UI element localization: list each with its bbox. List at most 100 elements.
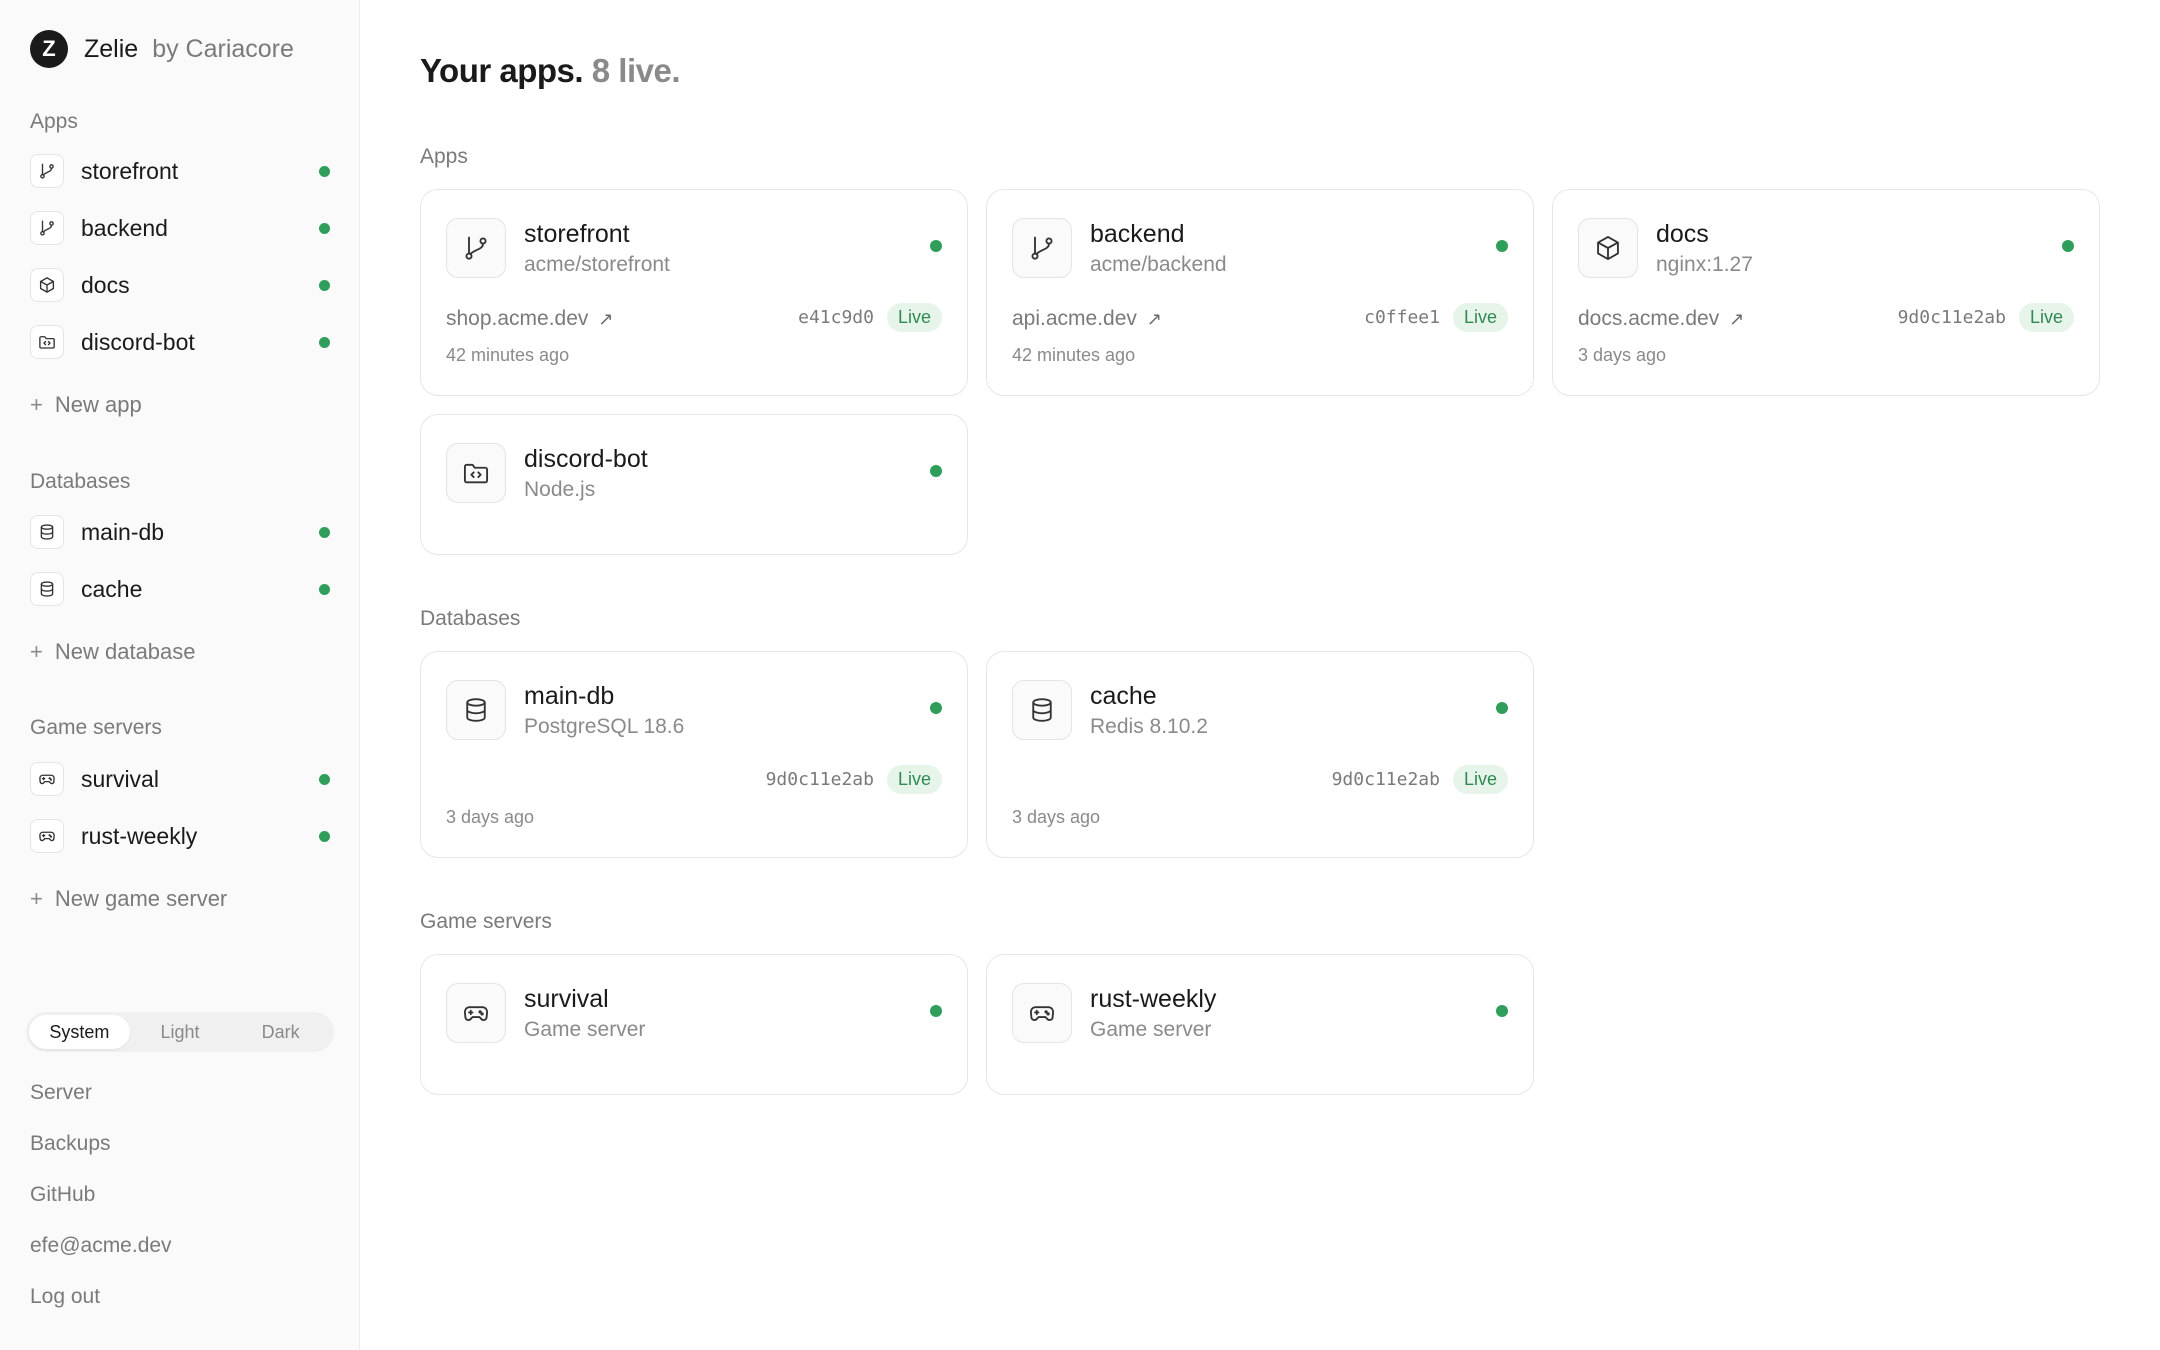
status-badge: Live bbox=[886, 303, 942, 332]
status-dot bbox=[1496, 702, 1508, 714]
status-dot bbox=[2062, 240, 2074, 252]
card-name: rust-weekly bbox=[1090, 985, 1217, 1013]
new-app-label: New app bbox=[54, 392, 142, 417]
page-title-text: Your apps. bbox=[420, 52, 584, 89]
domain-link[interactable]: api.acme.dev ↗ bbox=[1012, 307, 1162, 331]
card-name: cache bbox=[1090, 682, 1157, 710]
card-name: storefront bbox=[524, 220, 630, 248]
database-icon bbox=[1012, 680, 1072, 740]
card-engine: Redis 8.10.2 bbox=[1090, 715, 1208, 738]
card-type: Game server bbox=[1090, 1018, 1212, 1041]
game-server-card-rust-weekly[interactable]: rust-weekly Game server bbox=[986, 954, 1534, 1095]
domain-text: shop.acme.dev bbox=[446, 307, 589, 330]
sidebar-item-backend[interactable]: backend bbox=[30, 208, 330, 248]
status-badge: Live bbox=[1452, 765, 1508, 794]
card-image: nginx:1.27 bbox=[1656, 253, 1753, 276]
cube-icon bbox=[30, 268, 64, 302]
sidebar-item-label: backend bbox=[81, 214, 168, 241]
plus-icon: + bbox=[30, 886, 43, 911]
deploy-meta: e41c9d0 Live bbox=[798, 303, 942, 332]
status-badge: Live bbox=[2018, 303, 2074, 332]
status-dot bbox=[319, 337, 330, 348]
card-name: backend bbox=[1090, 220, 1185, 248]
sidebar-item-discord-bot[interactable]: discord-bot bbox=[30, 322, 330, 362]
app-card-storefront[interactable]: storefront acme/storefront shop.acme.dev… bbox=[420, 189, 968, 396]
status-dot bbox=[930, 240, 942, 252]
status-badge: Live bbox=[886, 765, 942, 794]
sidebar-item-docs[interactable]: docs bbox=[30, 265, 330, 305]
deploy-meta: 9d0c11e2ab Live bbox=[1332, 765, 1508, 794]
gamepad-icon bbox=[1012, 983, 1072, 1043]
brand[interactable]: Z Zelie by Cariacore bbox=[30, 30, 294, 68]
deploy-meta: 9d0c11e2ab Live bbox=[766, 765, 942, 794]
database-icon bbox=[30, 515, 64, 549]
github-link[interactable]: GitHub bbox=[30, 1183, 95, 1207]
commit-hash: c0ffee1 bbox=[1364, 307, 1440, 328]
commit-hash: 9d0c11e2ab bbox=[1897, 307, 2006, 328]
git-branch-icon bbox=[30, 211, 64, 245]
game-server-card-survival[interactable]: survival Game server bbox=[420, 954, 968, 1095]
sidebar-item-label: survival bbox=[81, 765, 159, 792]
deploy-time: 3 days ago bbox=[1578, 345, 1667, 365]
app-card-discord-bot[interactable]: discord-bot Node.js bbox=[420, 414, 968, 555]
domain-text: api.acme.dev bbox=[1012, 307, 1137, 330]
sidebar-item-cache[interactable]: cache bbox=[30, 569, 330, 609]
status-dot bbox=[930, 1005, 942, 1017]
git-branch-icon bbox=[30, 154, 64, 188]
card-type: Game server bbox=[524, 1018, 646, 1041]
account-email[interactable]: efe@acme.dev bbox=[30, 1234, 172, 1258]
gamepad-icon bbox=[446, 983, 506, 1043]
new-game-server-button[interactable]: + New game server bbox=[30, 886, 227, 912]
backups-link[interactable]: Backups bbox=[30, 1132, 111, 1156]
new-app-button[interactable]: + New app bbox=[30, 392, 142, 418]
deploy-time: 3 days ago bbox=[446, 807, 535, 827]
deploy-time: 42 minutes ago bbox=[1012, 345, 1136, 365]
status-dot bbox=[319, 527, 330, 538]
domain-link[interactable]: shop.acme.dev ↗ bbox=[446, 307, 614, 331]
deploy-meta: c0ffee1 Live bbox=[1364, 303, 1508, 332]
live-count: 8 live. bbox=[591, 52, 681, 89]
domain-link[interactable]: docs.acme.dev ↗ bbox=[1578, 307, 1744, 331]
app-card-docs[interactable]: docs nginx:1.27 docs.acme.dev ↗ 9d0c11e2… bbox=[1552, 189, 2100, 396]
card-name: docs bbox=[1656, 220, 1709, 248]
sidebar-section-databases: Databases bbox=[30, 470, 131, 493]
gamepad-icon bbox=[30, 819, 64, 853]
theme-option-light[interactable]: Light bbox=[130, 1015, 231, 1049]
theme-toggle: System Light Dark bbox=[26, 1012, 334, 1052]
sidebar-item-main-db[interactable]: main-db bbox=[30, 512, 330, 552]
sidebar-item-storefront[interactable]: storefront bbox=[30, 151, 330, 191]
card-runtime: Node.js bbox=[524, 478, 596, 501]
database-icon bbox=[446, 680, 506, 740]
new-game-server-label: New game server bbox=[54, 886, 228, 911]
status-dot bbox=[319, 831, 330, 842]
git-branch-icon bbox=[446, 218, 506, 278]
sidebar-item-label: discord-bot bbox=[81, 328, 195, 355]
database-card-cache[interactable]: cache Redis 8.10.2 9d0c11e2ab Live 3 day… bbox=[986, 651, 1534, 858]
card-repo: acme/backend bbox=[1090, 253, 1227, 276]
status-dot bbox=[1496, 240, 1508, 252]
app-card-backend[interactable]: backend acme/backend api.acme.dev ↗ c0ff… bbox=[986, 189, 1534, 396]
new-database-button[interactable]: + New database bbox=[30, 639, 196, 665]
sidebar-section-game-servers: Game servers bbox=[30, 716, 162, 739]
gamepad-icon bbox=[30, 762, 64, 796]
sidebar-item-rust-weekly[interactable]: rust-weekly bbox=[30, 816, 330, 856]
status-dot bbox=[319, 166, 330, 177]
theme-option-system[interactable]: System bbox=[29, 1015, 130, 1049]
external-link-icon: ↗ bbox=[1729, 308, 1745, 329]
log-out-link[interactable]: Log out bbox=[30, 1285, 100, 1309]
database-card-main-db[interactable]: main-db PostgreSQL 18.6 9d0c11e2ab Live … bbox=[420, 651, 968, 858]
sidebar-item-survival[interactable]: survival bbox=[30, 759, 330, 799]
folder-code-icon bbox=[446, 443, 506, 503]
external-link-icon: ↗ bbox=[1146, 308, 1162, 329]
deploy-time: 42 minutes ago bbox=[446, 345, 570, 365]
theme-option-dark[interactable]: Dark bbox=[230, 1015, 331, 1049]
folder-code-icon bbox=[30, 325, 64, 359]
git-branch-icon bbox=[1012, 218, 1072, 278]
server-link[interactable]: Server bbox=[30, 1081, 92, 1105]
new-database-label: New database bbox=[54, 639, 196, 664]
status-dot bbox=[1496, 1005, 1508, 1017]
card-name: discord-bot bbox=[524, 445, 648, 473]
external-link-icon: ↗ bbox=[598, 308, 614, 329]
card-name: main-db bbox=[524, 682, 615, 710]
deploy-meta: 9d0c11e2ab Live bbox=[1898, 303, 2074, 332]
